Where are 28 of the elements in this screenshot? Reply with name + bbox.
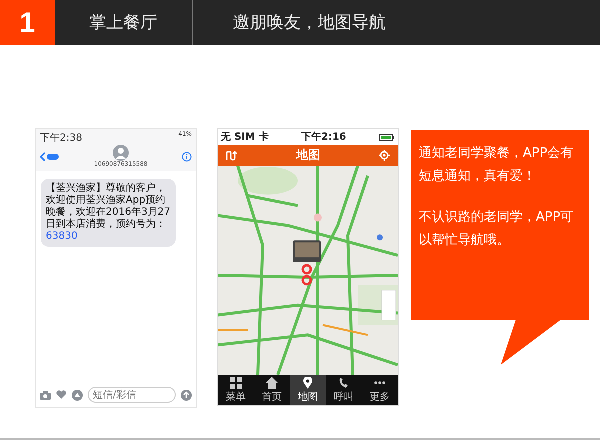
message-bubble: 【荃兴渔家】尊敬的客户，欢迎使用荃兴渔家App预约晚餐，欢迎在2016年3月27日到本店消费，预约号为： 63830 bbox=[41, 179, 176, 247]
code-link[interactable]: 63830 bbox=[46, 231, 78, 242]
screen-title: 地图 bbox=[296, 147, 320, 164]
callout-text: 通知老同学聚餐，APP会有短息通知，真有爱！ bbox=[419, 145, 575, 186]
section-title: 掌上餐厅 bbox=[55, 0, 193, 45]
avatar-icon bbox=[112, 145, 129, 161]
heart-icon[interactable] bbox=[56, 390, 67, 400]
section-number: 1 bbox=[0, 0, 55, 45]
home-icon bbox=[266, 376, 278, 388]
battery-icon bbox=[379, 134, 395, 140]
map-drawing[interactable] bbox=[218, 166, 398, 375]
phone-icon bbox=[338, 376, 350, 388]
send-icon[interactable] bbox=[181, 390, 192, 400]
back-icon[interactable] bbox=[40, 152, 60, 162]
apps-icon[interactable] bbox=[72, 390, 83, 400]
camera-icon[interactable] bbox=[40, 390, 51, 400]
status-time: 下午2:38 bbox=[40, 132, 82, 145]
grid-icon bbox=[230, 376, 242, 388]
slide-title: 邀朋唤友，地图导航 bbox=[232, 12, 386, 35]
locate-icon[interactable] bbox=[379, 150, 390, 161]
status-time: 下午2:16 bbox=[301, 130, 346, 144]
callout-text: 不认识路的老同学，APP可以帮忙导航哦。 bbox=[419, 209, 575, 250]
info-icon[interactable] bbox=[182, 152, 192, 162]
tab-button[interactable]: 地图 bbox=[290, 375, 326, 405]
map-pin-icon bbox=[302, 376, 314, 388]
message-input[interactable]: 短信/彩信 bbox=[88, 387, 176, 403]
carrier-status: 无 SIM 卡 bbox=[221, 130, 269, 144]
route-icon[interactable] bbox=[226, 150, 238, 160]
